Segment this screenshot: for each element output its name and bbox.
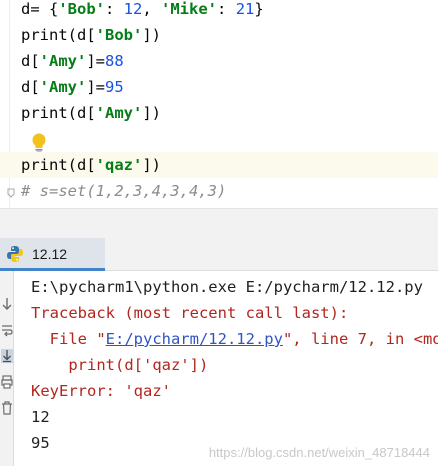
code-editor[interactable]: d= {'Bob': 12, 'Mike': 21} print(d['Bob'… (0, 0, 438, 208)
code-text: : (217, 0, 236, 18)
code-line-7-current[interactable]: print(d['qaz']) (0, 152, 438, 178)
code-line-3[interactable]: d['Amy']=88 (21, 48, 124, 74)
code-text: ]= (86, 52, 106, 70)
number-literal: 88 (105, 52, 124, 70)
code-text: d[ (21, 52, 40, 70)
console-output-line: 12 (31, 408, 50, 426)
console-traceback-line: Traceback (most recent call last): (31, 304, 349, 322)
scroll-to-end-icon[interactable] (1, 349, 13, 363)
code-text: ]) (142, 156, 161, 174)
fold-marker-icon[interactable] (7, 188, 15, 198)
soft-wrap-icon[interactable] (1, 323, 13, 337)
code-text: ]= (86, 78, 106, 96)
string-literal: 'Amy' (39, 52, 87, 70)
console-text: ", line 7, in <module> (282, 330, 438, 348)
console-file-line: File "E:/pycharm/12.12.py", line 7, in <… (31, 326, 438, 352)
code-text: print(d[ (21, 156, 96, 174)
file-link[interactable]: E:/pycharm/12.12.py (106, 330, 283, 348)
run-tab-label: 12.12 (32, 246, 68, 262)
code-text: ]) (142, 26, 161, 44)
number-literal: 21 (235, 0, 255, 18)
code-line-4[interactable]: d['Amy']=95 (21, 74, 124, 100)
number-literal: 95 (105, 78, 124, 96)
code-line-1[interactable]: d= {'Bob': 12, 'Mike': 21} (21, 0, 264, 22)
comment-text: # s=set(1,2,3,4,3,4,3) (21, 182, 227, 200)
run-console[interactable]: E:\pycharm1\python.exe E:/pycharm/12.12.… (15, 271, 438, 466)
string-literal: 'Bob' (58, 0, 105, 18)
code-text: : (105, 0, 124, 18)
down-arrow-icon[interactable] (1, 297, 13, 311)
code-text: print(d[ (21, 104, 96, 122)
code-text: print(d[ (21, 26, 96, 44)
code-text: } (254, 0, 264, 18)
run-tab[interactable]: 12.12 (0, 238, 105, 271)
console-code-line: print(d['qaz']) (31, 356, 209, 374)
string-literal: 'Amy' (39, 78, 87, 96)
code-text: d= { (21, 0, 59, 18)
code-text: ]) (142, 104, 161, 122)
lightbulb-icon[interactable] (30, 132, 48, 154)
console-text: File " (31, 330, 106, 348)
watermark: https://blog.csdn.net/weixin_48718444 (208, 445, 430, 460)
code-text: , (142, 0, 162, 18)
string-literal: 'Amy' (95, 104, 143, 122)
string-literal: 'Bob' (95, 26, 143, 44)
run-side-toolbar (0, 271, 14, 466)
run-tool-window-header: 12.12 (0, 238, 438, 271)
console-key-error-line: KeyError: 'qaz' (31, 382, 171, 400)
code-line-5[interactable]: print(d['Amy']) (21, 100, 161, 126)
python-icon (7, 246, 23, 262)
string-literal: 'qaz' (95, 156, 143, 174)
string-literal: 'Mike' (161, 0, 218, 18)
console-output-line: 95 (31, 434, 50, 452)
console-command-line: E:\pycharm1\python.exe E:/pycharm/12.12.… (31, 278, 423, 296)
code-line-2[interactable]: print(d['Bob']) (21, 22, 161, 48)
code-text: d[ (21, 78, 40, 96)
code-line-comment[interactable]: # s=set(1,2,3,4,3,4,3) (21, 178, 226, 204)
delete-icon[interactable] (1, 401, 13, 415)
print-icon[interactable] (1, 375, 13, 389)
editor-bottom-panel-divider (0, 208, 438, 238)
number-literal: 12 (123, 0, 143, 18)
